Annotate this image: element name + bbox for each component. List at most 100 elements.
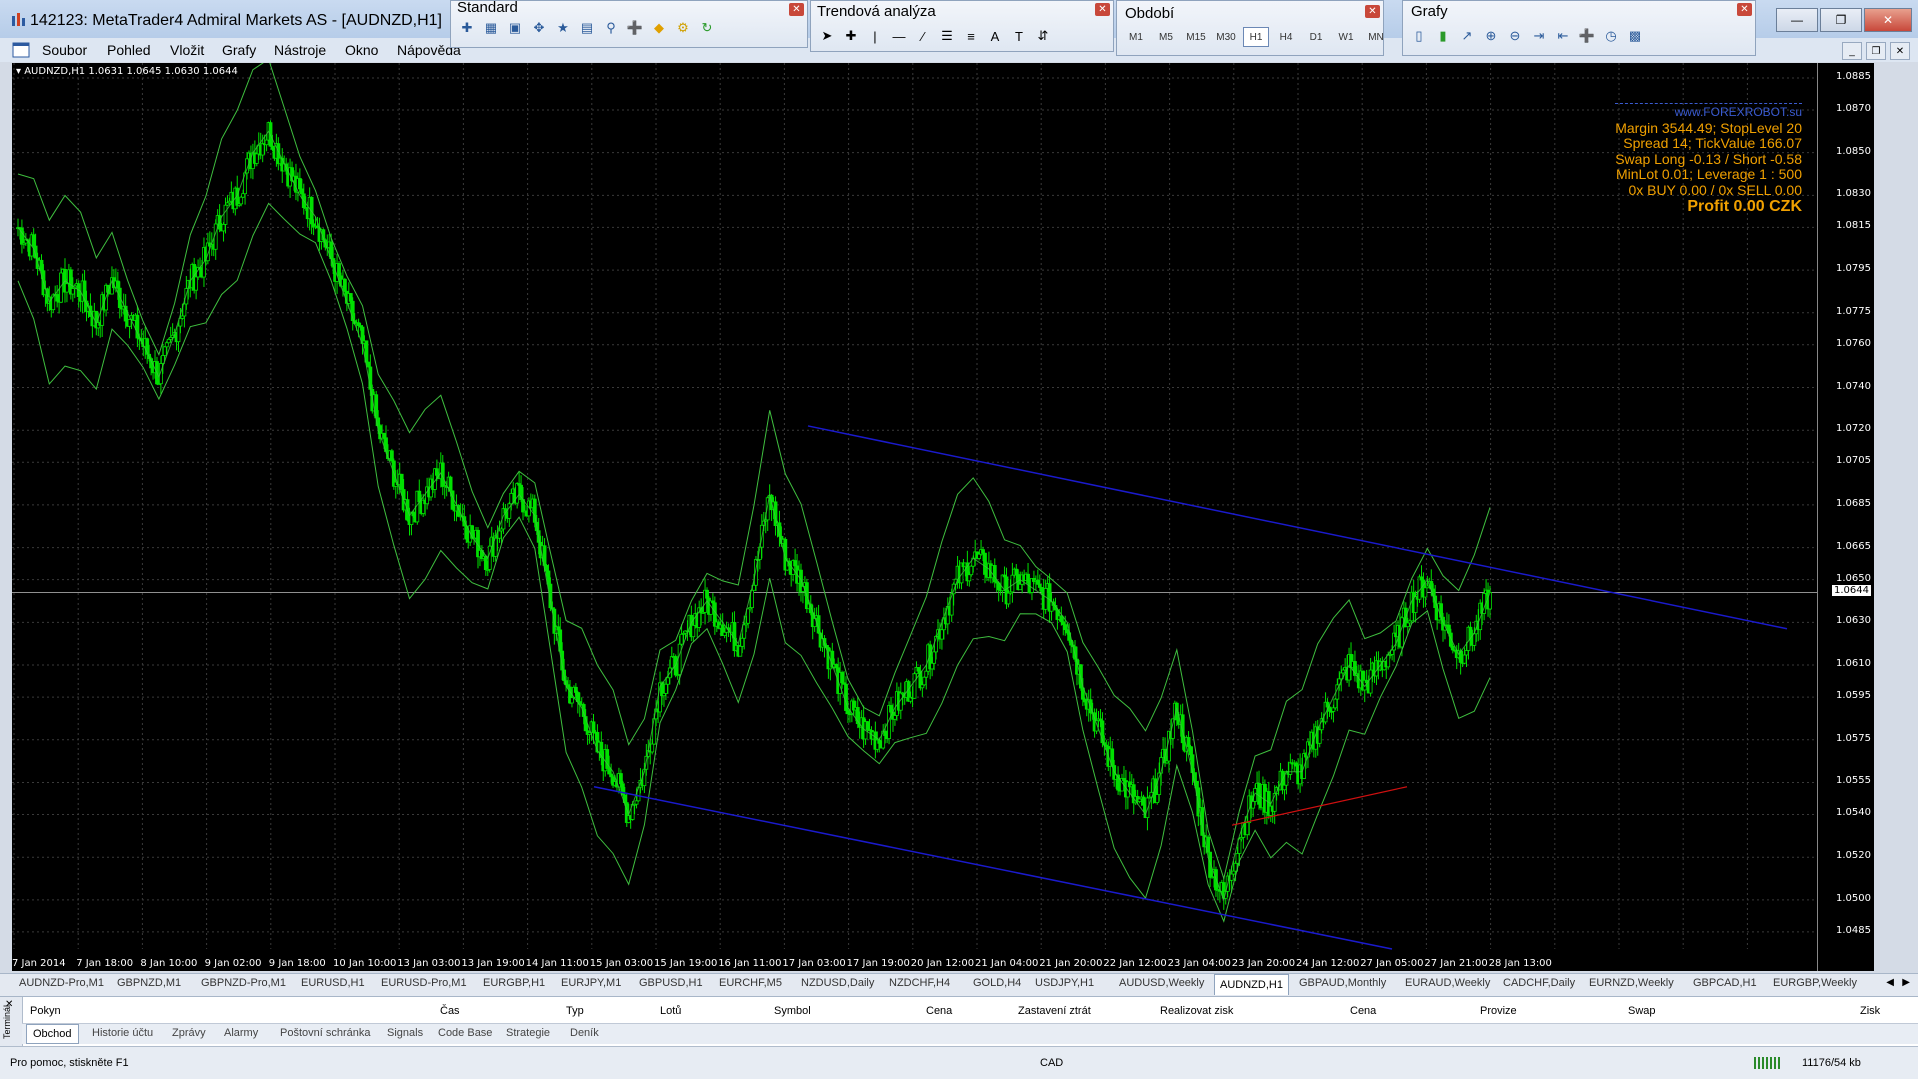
terminal-tab[interactable]: Zprávy xyxy=(172,1027,206,1039)
symbol-tab[interactable]: GBPCAD,H1 xyxy=(1688,977,1762,989)
terminal-column-header[interactable]: Lotů xyxy=(660,1005,681,1017)
terminal-column-header[interactable]: Pokyn xyxy=(30,1005,61,1017)
periods-icon[interactable]: ◷ xyxy=(1601,27,1621,45)
terminal-column-header[interactable]: Symbol xyxy=(774,1005,811,1017)
period-toolbar-close-icon[interactable]: ✕ xyxy=(1365,5,1380,18)
timeframe-h1[interactable]: H1 xyxy=(1243,27,1269,47)
timeframe-w1[interactable]: W1 xyxy=(1333,27,1359,47)
terminal-tab[interactable]: Deník xyxy=(570,1027,599,1039)
timeframe-mn[interactable]: MN xyxy=(1363,27,1389,47)
terminal-column-header[interactable]: Typ xyxy=(566,1005,584,1017)
symbol-tab[interactable]: NZDUSD,Daily xyxy=(796,977,879,989)
symbol-tab[interactable]: AUDNZD,H1 xyxy=(1214,974,1289,995)
price-chart[interactable]: ▾ AUDNZD,H1 1.0631 1.0645 1.0630 1.0644 … xyxy=(12,63,1874,971)
terminal-tab[interactable]: Signals xyxy=(387,1027,423,1039)
symbol-tab[interactable]: EURAUD,Weekly xyxy=(1400,977,1495,989)
symbol-tab[interactable]: GBPUSD,H1 xyxy=(634,977,708,989)
new-order-icon[interactable]: ➕ xyxy=(625,19,645,37)
market-watch-icon[interactable]: ▣ xyxy=(505,19,525,37)
terminal-icon[interactable]: ▤ xyxy=(577,19,597,37)
symbol-tab[interactable]: USDJPY,H1 xyxy=(1030,977,1099,989)
profiles-icon[interactable]: ▦ xyxy=(481,19,501,37)
symbol-tab[interactable]: GBPNZD,M1 xyxy=(112,977,186,989)
terminal-column-header[interactable]: Realizovat zisk xyxy=(1160,1005,1233,1017)
terminal-column-header[interactable]: Čas xyxy=(440,1005,460,1017)
auto-scroll-icon[interactable]: ⇥ xyxy=(1529,27,1549,45)
symbol-tab[interactable]: GOLD,H4 xyxy=(968,977,1026,989)
symbol-tab[interactable]: EURUSD,H1 xyxy=(296,977,370,989)
refresh-icon[interactable]: ↻ xyxy=(697,19,717,37)
terminal-column-header[interactable]: Swap xyxy=(1628,1005,1656,1017)
symbol-tab[interactable]: CADCHF,Daily xyxy=(1498,977,1580,989)
chart-minimize-button[interactable]: _ xyxy=(1842,42,1862,60)
timeframe-d1[interactable]: D1 xyxy=(1303,27,1329,47)
arrows-icon[interactable]: ⇵ xyxy=(1033,27,1053,45)
data-window-icon[interactable]: ✥ xyxy=(529,19,549,37)
symbol-tab[interactable]: EURCHF,M5 xyxy=(714,977,787,989)
symbol-tab[interactable]: NZDCHF,H4 xyxy=(884,977,955,989)
cursor-icon[interactable]: ➤ xyxy=(817,27,837,45)
terminal-column-header[interactable]: Cena xyxy=(926,1005,952,1017)
crosshair-icon[interactable]: ✚ xyxy=(841,27,861,45)
terminal-tab[interactable]: Poštovní schránka xyxy=(280,1027,371,1039)
timeframe-m15[interactable]: M15 xyxy=(1183,27,1209,47)
autotrading-icon[interactable]: ⚙ xyxy=(673,19,693,37)
tab-scroll-left-icon[interactable]: ◀ xyxy=(1886,977,1894,988)
text-icon[interactable]: A xyxy=(985,27,1005,45)
close-button[interactable]: ✕ xyxy=(1864,8,1912,32)
symbol-tab[interactable]: EURNZD,Weekly xyxy=(1584,977,1679,989)
chart-close-button[interactable]: ✕ xyxy=(1890,42,1910,60)
terminal-column-header[interactable]: Cena xyxy=(1350,1005,1376,1017)
tab-scroll-right-icon[interactable]: ▶ xyxy=(1902,977,1910,988)
menu-charts[interactable]: Grafy xyxy=(222,42,256,58)
menu-view[interactable]: Pohled xyxy=(107,42,151,58)
terminal-column-header[interactable]: Zisk xyxy=(1860,1005,1880,1017)
zoom-in-icon[interactable]: ⊕ xyxy=(1481,27,1501,45)
channel-icon[interactable]: ☰ xyxy=(937,27,957,45)
symbol-tab[interactable]: EURUSD-Pro,M1 xyxy=(376,977,472,989)
templates-icon[interactable]: ▩ xyxy=(1625,27,1645,45)
standard-toolbar-close-icon[interactable]: ✕ xyxy=(789,3,804,16)
menu-file[interactable]: Soubor xyxy=(42,42,87,58)
symbol-tab[interactable]: EURGBP,Weekly xyxy=(1768,977,1862,989)
symbol-tab[interactable]: EURGBP,H1 xyxy=(478,977,550,989)
line-chart-icon[interactable]: ↗ xyxy=(1457,27,1477,45)
navigator-icon[interactable]: ★ xyxy=(553,19,573,37)
candlestick-icon[interactable]: ▮ xyxy=(1433,27,1453,45)
timeframe-m30[interactable]: M30 xyxy=(1213,27,1239,47)
terminal-tab[interactable]: Strategie xyxy=(506,1027,550,1039)
terminal-tab[interactable]: Alarmy xyxy=(224,1027,258,1039)
indicators-icon[interactable]: ➕ xyxy=(1577,27,1597,45)
symbol-tab[interactable]: GBPAUD,Monthly xyxy=(1294,977,1391,989)
menu-window[interactable]: Okno xyxy=(345,42,378,58)
vertical-line-icon[interactable]: | xyxy=(865,27,885,45)
symbol-tab[interactable]: AUDNZD-Pro,M1 xyxy=(14,977,109,989)
timeframe-h4[interactable]: H4 xyxy=(1273,27,1299,47)
chart-shift-icon[interactable]: ⇤ xyxy=(1553,27,1573,45)
fibonacci-icon[interactable]: ≡ xyxy=(961,27,981,45)
tester-icon[interactable]: ⚲ xyxy=(601,19,621,37)
minimize-button[interactable]: — xyxy=(1776,8,1818,32)
symbol-tab[interactable]: GBPNZD-Pro,M1 xyxy=(196,977,291,989)
terminal-column-header[interactable]: Zastavení ztrát xyxy=(1018,1005,1091,1017)
metaeditor-icon[interactable]: ◆ xyxy=(649,19,669,37)
trend-toolbar-close-icon[interactable]: ✕ xyxy=(1095,3,1110,16)
terminal-tab[interactable]: Code Base xyxy=(438,1027,492,1039)
symbol-tab[interactable]: EURJPY,M1 xyxy=(556,977,626,989)
terminal-tab[interactable]: Obchod xyxy=(26,1024,79,1044)
maximize-button[interactable]: ❐ xyxy=(1820,8,1862,32)
charts-toolbar-close-icon[interactable]: ✕ xyxy=(1737,3,1752,16)
timeframe-m1[interactable]: M1 xyxy=(1123,27,1149,47)
horizontal-line-icon[interactable]: — xyxy=(889,27,909,45)
zoom-out-icon[interactable]: ⊖ xyxy=(1505,27,1525,45)
chart-restore-button[interactable]: ❐ xyxy=(1866,42,1886,60)
timeframe-m5[interactable]: M5 xyxy=(1153,27,1179,47)
text-label-icon[interactable]: T xyxy=(1009,27,1029,45)
symbol-tab[interactable]: AUDUSD,Weekly xyxy=(1114,977,1209,989)
trend-line-icon[interactable]: ∕ xyxy=(913,27,933,45)
terminal-tab[interactable]: Historie účtu xyxy=(92,1027,153,1039)
menu-insert[interactable]: Vložit xyxy=(170,42,204,58)
new-chart-icon[interactable]: ✚ xyxy=(457,19,477,37)
menu-tools[interactable]: Nástroje xyxy=(274,42,326,58)
terminal-column-header[interactable]: Provize xyxy=(1480,1005,1517,1017)
